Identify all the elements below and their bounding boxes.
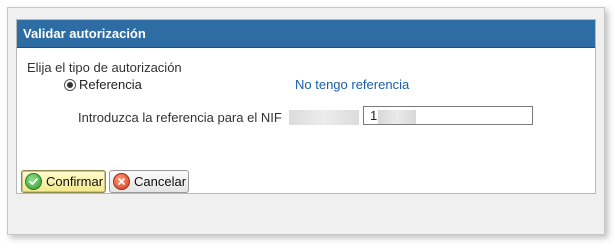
check-circle-icon xyxy=(25,173,42,190)
cancel-button[interactable]: Cancelar xyxy=(109,170,189,193)
panel-header: Validar autorización xyxy=(17,20,595,48)
radio-button[interactable] xyxy=(64,78,76,91)
radio-option-referencia[interactable]: Referencia xyxy=(64,77,142,92)
reference-label: Introduzca la referencia para el NIF xyxy=(78,110,282,125)
authorization-type-prompt: Elija el tipo de autorización xyxy=(27,60,182,75)
redacted-reference xyxy=(378,110,416,124)
radio-selected-dot xyxy=(67,81,73,88)
panel-title: Validar autorización xyxy=(23,26,146,41)
dialog-window: Validar autorización Elija el tipo de au… xyxy=(7,7,605,235)
cancel-label: Cancelar xyxy=(134,174,187,189)
confirm-button[interactable]: Confirmar xyxy=(21,170,106,193)
radio-label: Referencia xyxy=(79,77,142,92)
no-reference-link[interactable]: No tengo referencia xyxy=(295,77,409,92)
authorization-panel: Validar autorización Elija el tipo de au… xyxy=(16,19,596,194)
confirm-label: Confirmar xyxy=(46,174,104,189)
redacted-nif xyxy=(289,110,359,125)
cancel-x-icon xyxy=(113,173,130,190)
